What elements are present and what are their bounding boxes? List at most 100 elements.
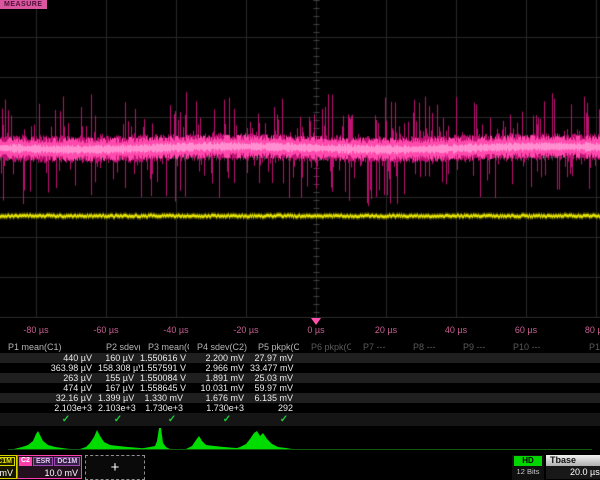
measure-status-row: ✓✓✓✓✓ (0, 413, 600, 426)
measure-value-cell (299, 393, 351, 403)
measure-value-cell: 292 (250, 403, 299, 413)
measure-value-cell: 1.891 mV (189, 373, 250, 383)
histicons-strip (0, 428, 600, 454)
measure-value-cell: 25.03 mV (250, 373, 299, 383)
measure-header-cell[interactable]: P4 sdev(C2) (189, 341, 250, 353)
histicon-thumbnail (80, 430, 146, 449)
measure-value-cell (451, 403, 501, 413)
measure-value-cell (401, 383, 451, 393)
measure-value-cell: 32.16 µV (0, 393, 98, 403)
measure-value-cell (401, 373, 451, 383)
measure-value-cell (351, 373, 401, 383)
measure-header-cell[interactable]: P6 pkpk(C3) (299, 341, 351, 353)
channel-c2-descriptor[interactable]: C2 ESR DC1M 10.0 mV (17, 455, 82, 479)
time-axis-label: -20 µs (233, 325, 258, 335)
measure-value-cell (551, 403, 600, 413)
measure-value-cell: 59.97 mV (250, 383, 299, 393)
measure-value-cell: 2.103e+3 (0, 403, 98, 413)
time-axis-label: 80 µs (585, 325, 600, 335)
top-left-label: MEASURE (0, 0, 47, 9)
measure-value-cell: 1.550084 V (140, 373, 189, 383)
measure-value-cell (501, 383, 551, 393)
measure-value-cell (401, 353, 451, 363)
measure-value-cell (451, 373, 501, 383)
measure-value-cell (351, 403, 401, 413)
measure-header-cell[interactable]: P8 --- (401, 341, 451, 353)
measure-status-check: ✓ (223, 414, 231, 425)
measure-header-cell[interactable]: P3 mean(C2) (140, 341, 189, 353)
measure-header-cell[interactable]: P10 --- (501, 341, 551, 353)
measure-value-cell: 33.477 mV (250, 363, 299, 373)
measure-value-cell (401, 393, 451, 403)
measure-value-cell (299, 383, 351, 393)
oscilloscope-screen: MEASURE -100 µs-80 µs-60 µs-40 µs-20 µs0… (0, 0, 600, 480)
measure-value-cell (501, 353, 551, 363)
measure-status-check: ✓ (114, 414, 122, 425)
time-axis-label: -40 µs (163, 325, 188, 335)
measure-value-cell (551, 353, 600, 363)
measure-value-cell: 10.031 mV (189, 383, 250, 393)
measure-status-check: ✓ (280, 414, 288, 425)
waveform-canvas[interactable] (0, 0, 600, 318)
measure-value-cell (299, 403, 351, 413)
measure-value-cell (551, 363, 600, 373)
c2-esr-badge: ESR (33, 457, 53, 466)
time-axis-label: 40 µs (445, 325, 467, 335)
timebase-title: Tbase (546, 455, 600, 466)
measure-value-cell (551, 393, 600, 403)
measure-value-cell (451, 393, 501, 403)
measure-value-cell (501, 403, 551, 413)
channel-c1-descriptor[interactable]: DC1M 50.0 mV (0, 455, 17, 479)
histicon-thumbnail (138, 428, 170, 449)
waveform-grid[interactable]: MEASURE (0, 0, 600, 318)
measure-value-cell: 363.98 µV (0, 363, 98, 373)
measure-value-cell: 263 µV (0, 373, 98, 383)
measure-value-cell (299, 353, 351, 363)
measure-value-cell: 27.97 mV (250, 353, 299, 363)
measure-table: P1 mean(C1)P2 sdev(C1)P3 mean(C2)P4 sdev… (0, 341, 600, 413)
measure-value-cell (451, 363, 501, 373)
c2-vdiv-value: 10.0 mV (18, 466, 81, 478)
measure-value-cell (501, 363, 551, 373)
measure-value-cell: 6.135 mV (250, 393, 299, 403)
measure-header-cell[interactable]: P2 sdev(C1) (98, 341, 140, 353)
measure-value-cell: 167 µV (98, 383, 140, 393)
histicon-thumbnail (14, 431, 70, 449)
measure-value-cell: 1.399 µV (98, 393, 140, 403)
time-axis-label: 60 µs (515, 325, 537, 335)
timebase-descriptor[interactable]: Tbase 20.0 µs/div (546, 455, 600, 479)
measure-value-cell (299, 363, 351, 373)
measure-value-cell (451, 353, 501, 363)
measure-value-cell (551, 383, 600, 393)
add-trace-button[interactable]: + (85, 455, 145, 480)
time-axis-label: -80 µs (23, 325, 48, 335)
measure-value-cell: 160 µV (98, 353, 140, 363)
measure-value-cell (551, 373, 600, 383)
measure-value-cell: 158.308 µV (98, 363, 140, 373)
trigger-position-marker[interactable] (311, 318, 321, 325)
c2-coupling-badge: DC1M (54, 457, 80, 466)
hd-bits-label: 12 Bits (512, 466, 544, 477)
measure-value-cell (299, 373, 351, 383)
measure-header-cell[interactable]: P9 --- (451, 341, 501, 353)
measure-value-cell (351, 353, 401, 363)
histicon-thumbnail (186, 436, 242, 449)
hd-badge: HD (514, 456, 542, 466)
measure-header-cell[interactable]: P7 --- (351, 341, 401, 353)
measure-value-cell (501, 393, 551, 403)
time-axis: -100 µs-80 µs-60 µs-40 µs-20 µs0 µs20 µs… (0, 318, 600, 341)
measure-value-cell: 474 µV (0, 383, 98, 393)
measure-header-cell[interactable]: P11 (551, 341, 600, 353)
measure-value-cell: 155 µV (98, 373, 140, 383)
measure-value-cell: 1.730e+3 (189, 403, 250, 413)
measure-value-cell: 1.550616 V (140, 353, 189, 363)
time-axis-label: 20 µs (375, 325, 397, 335)
measure-header-cell[interactable]: P1 mean(C1) (0, 341, 98, 353)
measure-value-cell: 2.966 mV (189, 363, 250, 373)
measure-status-check: ✓ (62, 414, 70, 425)
measure-value-cell (351, 383, 401, 393)
hd-mode-indicator: HD 12 Bits (512, 455, 544, 480)
measure-value-cell (401, 403, 451, 413)
measure-value-cell (501, 373, 551, 383)
measure-header-cell[interactable]: P5 pkpk(C2) (250, 341, 299, 353)
